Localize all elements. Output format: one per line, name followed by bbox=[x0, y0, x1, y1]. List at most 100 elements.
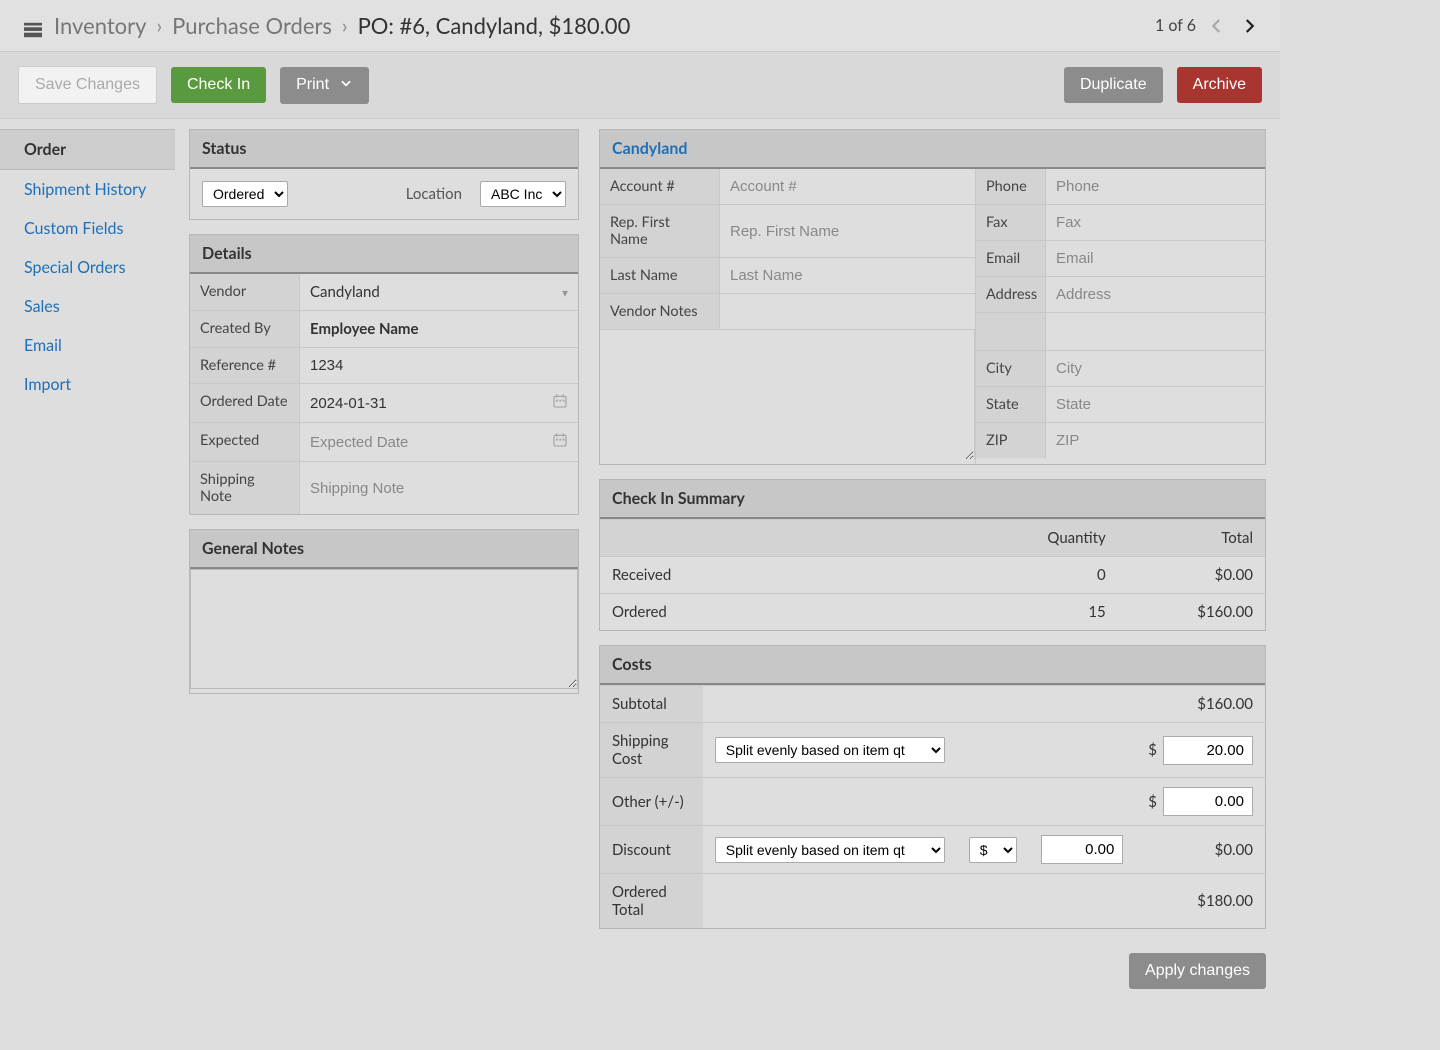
account-input[interactable] bbox=[730, 178, 965, 195]
rep-last-input[interactable] bbox=[730, 267, 965, 284]
breadcrumb: Inventory › Purchase Orders › PO: #6, Ca… bbox=[22, 12, 630, 39]
subtotal-value: $160.00 bbox=[1135, 686, 1265, 723]
ordered-date-input[interactable] bbox=[310, 395, 552, 412]
sidebar-item-shipment-history[interactable]: Shipment History bbox=[0, 170, 175, 209]
check-in-button[interactable]: Check In bbox=[171, 67, 266, 103]
breadcrumb-level2[interactable]: Purchase Orders bbox=[172, 12, 332, 39]
fax-label: Fax bbox=[976, 205, 1046, 240]
chevron-down-icon: ▾ bbox=[562, 285, 568, 300]
table-row: Ordered 15 $160.00 bbox=[600, 594, 1265, 631]
city-input[interactable] bbox=[1056, 360, 1255, 377]
other-cost-input[interactable] bbox=[1163, 787, 1253, 816]
shipping-note-input[interactable] bbox=[310, 480, 568, 497]
page-header: Inventory › Purchase Orders › PO: #6, Ca… bbox=[0, 0, 1280, 52]
general-notes-textarea[interactable] bbox=[190, 569, 578, 689]
sidebar-item-special-orders[interactable]: Special Orders bbox=[0, 248, 175, 287]
vendor-label: Vendor bbox=[190, 274, 300, 310]
ordered-total-label: Ordered Total bbox=[600, 874, 703, 929]
location-label: Location bbox=[406, 185, 462, 203]
archive-button[interactable]: Archive bbox=[1177, 67, 1262, 103]
other-label: Other (+/-) bbox=[600, 778, 703, 826]
zip-label: ZIP bbox=[976, 423, 1046, 458]
account-label: Account # bbox=[600, 169, 720, 204]
email-label: Email bbox=[976, 241, 1046, 276]
address-input[interactable] bbox=[1056, 286, 1255, 303]
shipping-cost-input[interactable] bbox=[1163, 736, 1253, 765]
createdby-value: Employee Name bbox=[300, 311, 578, 347]
total-header: Total bbox=[1118, 520, 1265, 557]
sidebar-item-import[interactable]: Import bbox=[0, 365, 175, 404]
phone-label: Phone bbox=[976, 169, 1046, 204]
shipping-currency: $ bbox=[1148, 741, 1157, 759]
print-dropdown-button[interactable]: Print bbox=[280, 67, 369, 104]
vendor-notes-textarea[interactable] bbox=[600, 330, 975, 460]
vendor-name-link[interactable]: Candyland bbox=[600, 130, 1265, 169]
vendor-select[interactable]: Candyland ▾ bbox=[300, 274, 578, 310]
qty-header: Quantity bbox=[966, 520, 1118, 557]
breadcrumb-level1[interactable]: Inventory bbox=[54, 12, 146, 39]
table-row: Shipping Cost Split evenly based on item… bbox=[600, 723, 1265, 778]
rep-first-input[interactable] bbox=[730, 223, 965, 240]
sidebar-item-email[interactable]: Email bbox=[0, 326, 175, 365]
address2-input[interactable] bbox=[1056, 323, 1255, 340]
shipping-note-field[interactable] bbox=[300, 462, 578, 514]
chevron-down-icon bbox=[339, 76, 353, 95]
sidebar-item-order[interactable]: Order bbox=[0, 129, 175, 170]
discount-type-select[interactable]: $ bbox=[969, 837, 1017, 863]
general-notes-panel: General Notes bbox=[189, 529, 579, 694]
ordered-total-value: $180.00 bbox=[1135, 874, 1265, 929]
calendar-icon[interactable] bbox=[552, 393, 568, 413]
city-label: City bbox=[976, 351, 1046, 386]
status-heading: Status bbox=[190, 130, 578, 169]
other-currency: $ bbox=[1148, 793, 1157, 811]
discount-method-select[interactable]: Split evenly based on item qt bbox=[715, 837, 945, 863]
reference-label: Reference # bbox=[190, 348, 300, 383]
reference-value[interactable] bbox=[300, 348, 578, 383]
shipping-method-select[interactable]: Split evenly based on item qt bbox=[715, 737, 945, 763]
pager-text: 1 of 6 bbox=[1155, 16, 1196, 35]
ordered-qty: 15 bbox=[966, 594, 1118, 631]
email-input[interactable] bbox=[1056, 250, 1255, 267]
ordered-date-label: Ordered Date bbox=[190, 384, 300, 422]
expected-field[interactable] bbox=[300, 423, 578, 461]
ordered-label: Ordered bbox=[600, 594, 966, 631]
calendar-icon[interactable] bbox=[552, 432, 568, 452]
inventory-icon bbox=[22, 17, 44, 35]
phone-input[interactable] bbox=[1056, 178, 1255, 195]
action-toolbar: Save Changes Check In Print Duplicate Ar… bbox=[0, 52, 1280, 119]
general-notes-heading: General Notes bbox=[190, 530, 578, 569]
print-label: Print bbox=[296, 76, 329, 94]
location-select[interactable]: ABC Inc bbox=[480, 181, 566, 207]
ordered-date-field[interactable] bbox=[300, 384, 578, 422]
expected-label: Expected bbox=[190, 423, 300, 461]
state-input[interactable] bbox=[1056, 396, 1255, 413]
details-panel: Details Vendor Candyland ▾ Created By Em… bbox=[189, 234, 579, 515]
vendor-notes-label: Vendor Notes bbox=[600, 294, 720, 329]
received-qty: 0 bbox=[966, 557, 1118, 594]
costs-table: Subtotal $160.00 Shipping Cost Split eve… bbox=[600, 685, 1265, 928]
reference-input[interactable] bbox=[310, 357, 568, 374]
status-select[interactable]: Ordered bbox=[202, 181, 288, 207]
pager-next-button[interactable] bbox=[1238, 15, 1260, 37]
createdby-label: Created By bbox=[190, 311, 300, 347]
table-row: Discount Split evenly based on item qt $… bbox=[600, 826, 1265, 874]
checkin-heading: Check In Summary bbox=[600, 480, 1265, 519]
apply-changes-button[interactable]: Apply changes bbox=[1129, 953, 1266, 989]
record-pager: 1 of 6 bbox=[1155, 15, 1260, 37]
zip-input[interactable] bbox=[1056, 432, 1255, 449]
address2-label bbox=[976, 313, 1046, 350]
shipping-label: Shipping Cost bbox=[600, 723, 703, 778]
breadcrumb-current: PO: #6, Candyland, $180.00 bbox=[358, 12, 631, 39]
costs-heading: Costs bbox=[600, 646, 1265, 685]
sidebar-item-custom-fields[interactable]: Custom Fields bbox=[0, 209, 175, 248]
discount-amount-input[interactable] bbox=[1041, 835, 1124, 864]
expected-input[interactable] bbox=[310, 434, 552, 451]
state-label: State bbox=[976, 387, 1046, 422]
sidebar-item-sales[interactable]: Sales bbox=[0, 287, 175, 326]
pager-prev-button[interactable] bbox=[1206, 15, 1228, 37]
fax-input[interactable] bbox=[1056, 214, 1255, 231]
discount-label: Discount bbox=[600, 826, 703, 874]
duplicate-button[interactable]: Duplicate bbox=[1064, 67, 1163, 103]
subtotal-label: Subtotal bbox=[600, 686, 703, 723]
checkin-table: Quantity Total Received 0 $0.00 Ordered … bbox=[600, 519, 1265, 630]
